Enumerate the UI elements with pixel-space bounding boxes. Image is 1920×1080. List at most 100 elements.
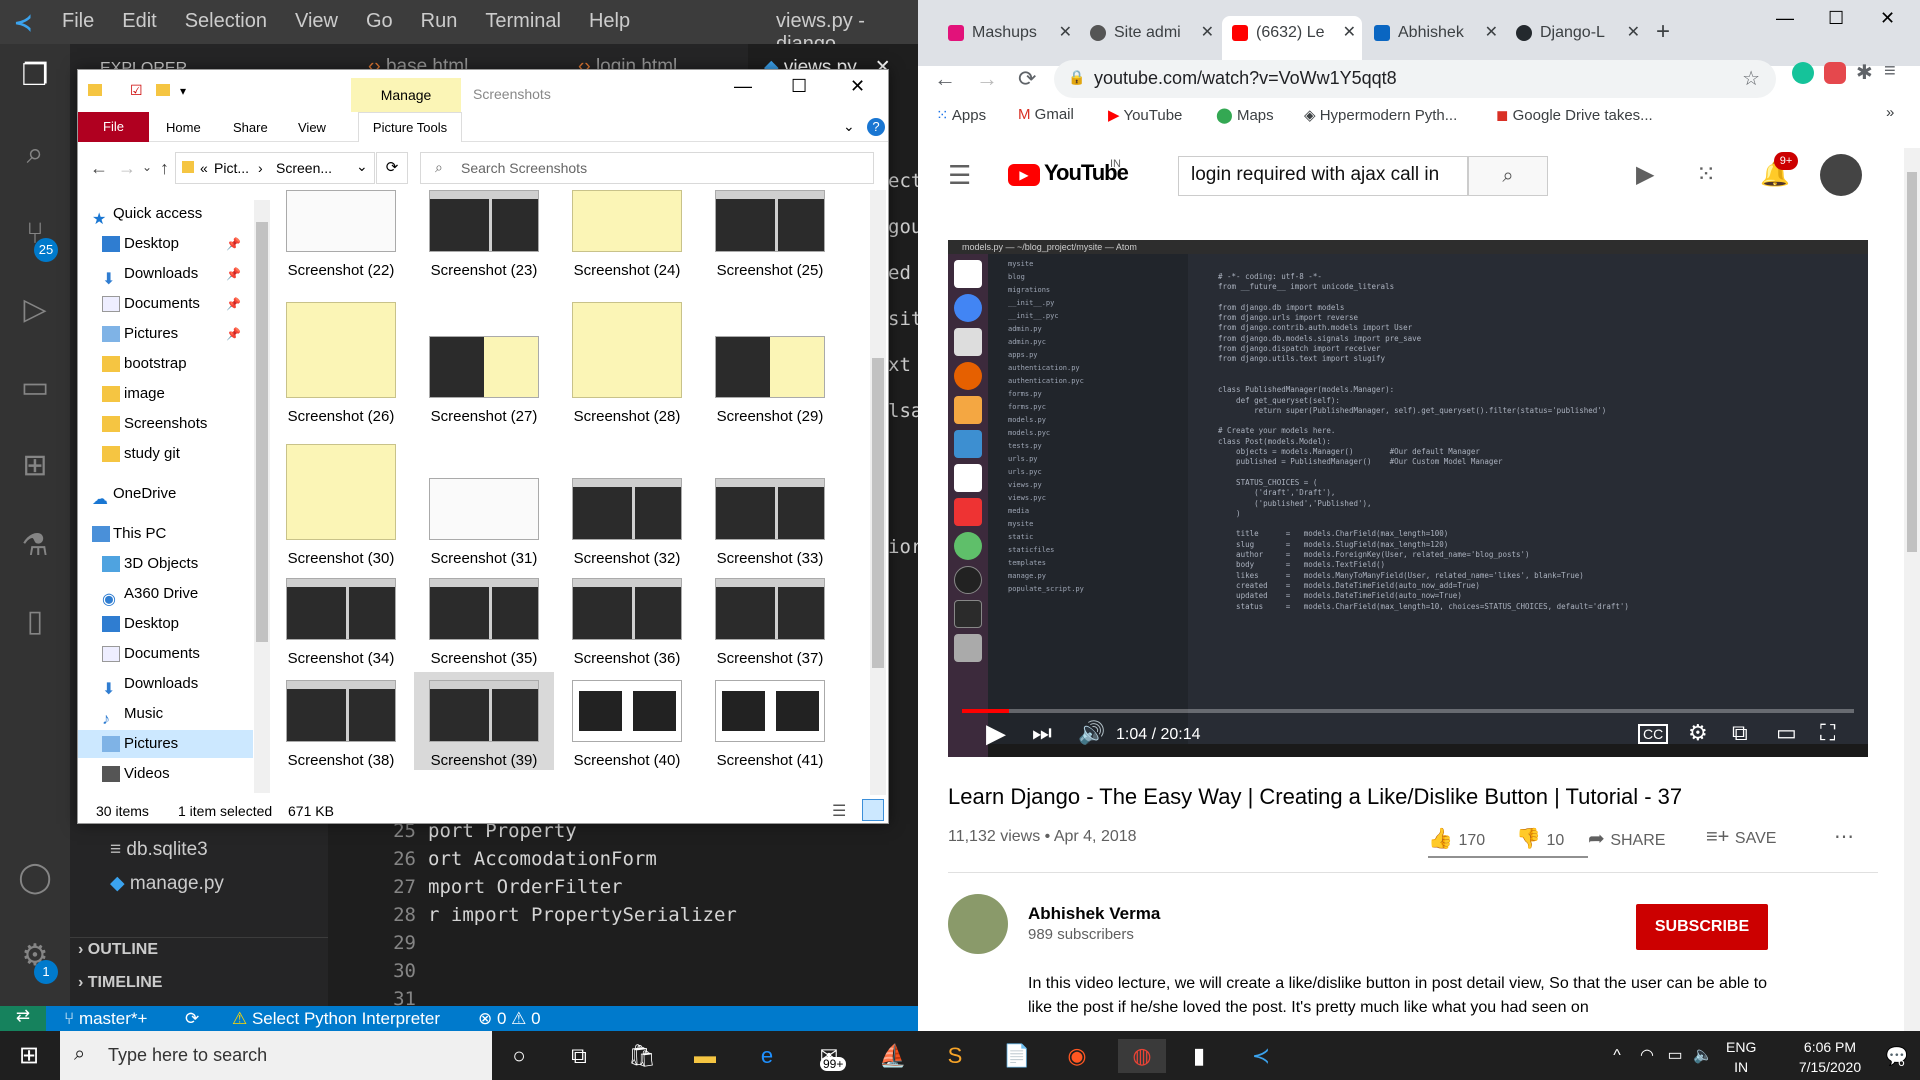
tree-music[interactable]: ♪ Music bbox=[78, 700, 253, 728]
branch-status[interactable]: ⑂ master*+ bbox=[64, 1009, 147, 1029]
bookmark-hypermodern[interactable]: ◈ Hypermodern Pyth... bbox=[1304, 106, 1457, 124]
remote-explorer-icon[interactable]: ▭ bbox=[17, 370, 53, 406]
task-view-icon[interactable]: ⧉ bbox=[562, 1039, 596, 1073]
remote-icon[interactable]: ⇄ bbox=[0, 1006, 46, 1031]
ribbon-home-tab[interactable]: Home bbox=[166, 120, 201, 135]
more-actions-icon[interactable]: ⋯ bbox=[1834, 824, 1854, 849]
grammarly-extension-icon[interactable] bbox=[1792, 62, 1814, 84]
file-explorer-taskbar-icon[interactable]: ▬ bbox=[688, 1039, 722, 1073]
back-icon[interactable]: ← bbox=[90, 158, 108, 179]
tree-documents-pc[interactable]: Documents bbox=[78, 640, 253, 668]
thumbnail-item[interactable]: Screenshot (22) bbox=[271, 190, 411, 279]
taskbar-search-box[interactable]: ⌕ Type here to search bbox=[60, 1031, 492, 1080]
play-icon[interactable]: ▶ bbox=[986, 718, 1006, 749]
ship-app-icon[interactable]: ⛵ bbox=[876, 1039, 910, 1073]
tree-videos[interactable]: Videos bbox=[78, 760, 253, 788]
search-button-icon[interactable]: ⌕ bbox=[1468, 156, 1548, 196]
chevron-down-icon[interactable]: ⌄ bbox=[356, 158, 368, 175]
fullscreen-icon[interactable]: ⛶ bbox=[1820, 720, 1835, 746]
create-video-icon[interactable]: ▶ bbox=[1636, 160, 1654, 189]
channel-name[interactable]: Abhishek Verma bbox=[1028, 904, 1160, 924]
thumbnail-item[interactable]: Screenshot (35) bbox=[414, 578, 554, 667]
dislike-button[interactable]: 👎 10 bbox=[1516, 826, 1564, 851]
volume-icon[interactable]: 🔊 bbox=[1078, 720, 1105, 746]
tree-desktop[interactable]: Desktop 📌 bbox=[78, 230, 253, 258]
menu-terminal[interactable]: Terminal bbox=[485, 10, 561, 33]
menu-help[interactable]: Help bbox=[589, 10, 630, 33]
pocket-extension-icon[interactable] bbox=[1824, 62, 1846, 84]
document-icon[interactable]: ▯ bbox=[17, 604, 53, 640]
quick-access-dropdown-icon[interactable]: ▾ bbox=[180, 84, 186, 98]
timeline-section[interactable]: › TIMELINE bbox=[78, 974, 162, 992]
scrollbar-thumb[interactable] bbox=[1907, 172, 1917, 552]
ribbon-view-tab[interactable]: View bbox=[298, 120, 326, 135]
media-control-icon[interactable]: ≡ bbox=[1884, 60, 1896, 83]
action-center-icon[interactable]: 💬 bbox=[1880, 1039, 1914, 1073]
close-tab-icon[interactable]: ✕ bbox=[1485, 16, 1498, 50]
chrome-taskbar-icon[interactable]: ◍ bbox=[1118, 1039, 1166, 1073]
menu-edit[interactable]: Edit bbox=[122, 10, 156, 33]
maximize-icon[interactable]: ☐ bbox=[1828, 8, 1844, 29]
menu-go[interactable]: Go bbox=[366, 10, 393, 33]
progress-track[interactable] bbox=[962, 709, 1854, 713]
menu-selection[interactable]: Selection bbox=[185, 10, 267, 33]
help-icon[interactable]: ? bbox=[867, 118, 885, 136]
up-icon[interactable]: ↑ bbox=[160, 158, 169, 179]
scrollbar-thumb[interactable] bbox=[872, 358, 884, 668]
file-manage-py[interactable]: ◆ manage.py bbox=[110, 872, 224, 895]
thumbnail-item[interactable]: Screenshot (29) bbox=[700, 336, 840, 425]
sublime-icon[interactable]: S bbox=[938, 1039, 972, 1073]
large-icons-view-icon[interactable] bbox=[862, 799, 884, 821]
manage-tab[interactable]: Manage bbox=[351, 78, 461, 112]
close-window-icon[interactable]: ✕ bbox=[1880, 8, 1895, 29]
breadcrumb-pictures[interactable]: Pict... bbox=[214, 160, 249, 176]
outline-section[interactable]: › OUTLINE bbox=[78, 941, 158, 959]
forward-icon[interactable]: → bbox=[976, 66, 998, 92]
thumbnail-item[interactable]: Screenshot (23) bbox=[414, 190, 554, 279]
maximize-icon[interactable]: ☐ bbox=[791, 76, 807, 97]
search-box[interactable]: ⌕ Search Screenshots bbox=[420, 152, 874, 184]
minimize-icon[interactable]: — bbox=[1776, 8, 1794, 29]
tab-github[interactable]: Django-L ✕ bbox=[1506, 16, 1646, 50]
recent-dropdown-icon[interactable]: ⌄ bbox=[142, 160, 152, 174]
store-icon[interactable]: 🛍 bbox=[625, 1039, 659, 1073]
thumbnail-item[interactable]: Screenshot (25) bbox=[700, 190, 840, 279]
close-tab-icon[interactable]: ✕ bbox=[1201, 16, 1214, 50]
thumbnail-item[interactable]: Screenshot (30) bbox=[271, 444, 411, 567]
save-button[interactable]: ≡+ SAVE bbox=[1706, 826, 1776, 849]
avatar[interactable] bbox=[1820, 154, 1862, 196]
account-icon[interactable]: ◯ bbox=[17, 860, 53, 896]
new-folder-icon[interactable] bbox=[156, 84, 170, 96]
tab-youtube-active[interactable]: (6632) Le ✕ bbox=[1222, 16, 1362, 66]
tree-pictures-pc[interactable]: Pictures bbox=[78, 730, 253, 758]
explorer-icon[interactable]: ❐ bbox=[17, 58, 53, 94]
thumbnail-item[interactable]: Screenshot (24) bbox=[557, 190, 697, 279]
edge-icon[interactable]: e bbox=[750, 1039, 784, 1073]
volume-icon[interactable]: 🔈 bbox=[1686, 1039, 1720, 1073]
forward-icon[interactable]: → bbox=[118, 158, 136, 179]
postman-icon[interactable]: ◉ bbox=[1060, 1039, 1094, 1073]
breadcrumb-screenshots[interactable]: Screen... bbox=[276, 160, 332, 176]
tree-downloads-pc[interactable]: ⬇ Downloads bbox=[78, 670, 253, 698]
tree-onedrive[interactable]: ☁ OneDrive bbox=[78, 480, 253, 508]
menu-run[interactable]: Run bbox=[421, 10, 458, 33]
ribbon-share-tab[interactable]: Share bbox=[233, 120, 268, 135]
thumbnail-item[interactable]: Screenshot (33) bbox=[700, 478, 840, 567]
minimize-icon[interactable]: — bbox=[734, 76, 752, 97]
next-icon[interactable]: ⏭ bbox=[1032, 720, 1052, 746]
document-app-icon[interactable]: 📄 bbox=[1000, 1039, 1034, 1073]
bookmark-star-icon[interactable]: ☆ bbox=[1742, 66, 1760, 91]
language-indicator[interactable]: ENG IN bbox=[1726, 1037, 1756, 1077]
menu-view[interactable]: View bbox=[295, 10, 338, 33]
thumbnail-item[interactable]: Screenshot (38) bbox=[271, 680, 411, 769]
more-bookmarks-icon[interactable]: » bbox=[1886, 104, 1894, 121]
python-interpreter-status[interactable]: ⚠ Select Python Interpreter bbox=[232, 1009, 440, 1029]
back-icon[interactable]: ← bbox=[934, 66, 956, 92]
tree-bootstrap[interactable]: bootstrap bbox=[78, 350, 253, 378]
video-player[interactable]: models.py — ~/blog_project/mysite — Atom… bbox=[948, 240, 1868, 757]
tree-screenshots[interactable]: Screenshots bbox=[78, 410, 253, 438]
testing-icon[interactable]: ⚗ bbox=[17, 528, 53, 564]
share-button[interactable]: ➦ SHARE bbox=[1588, 826, 1665, 851]
captions-icon[interactable]: CC bbox=[1638, 724, 1669, 744]
sync-icon[interactable]: ⟳ bbox=[185, 1009, 199, 1029]
